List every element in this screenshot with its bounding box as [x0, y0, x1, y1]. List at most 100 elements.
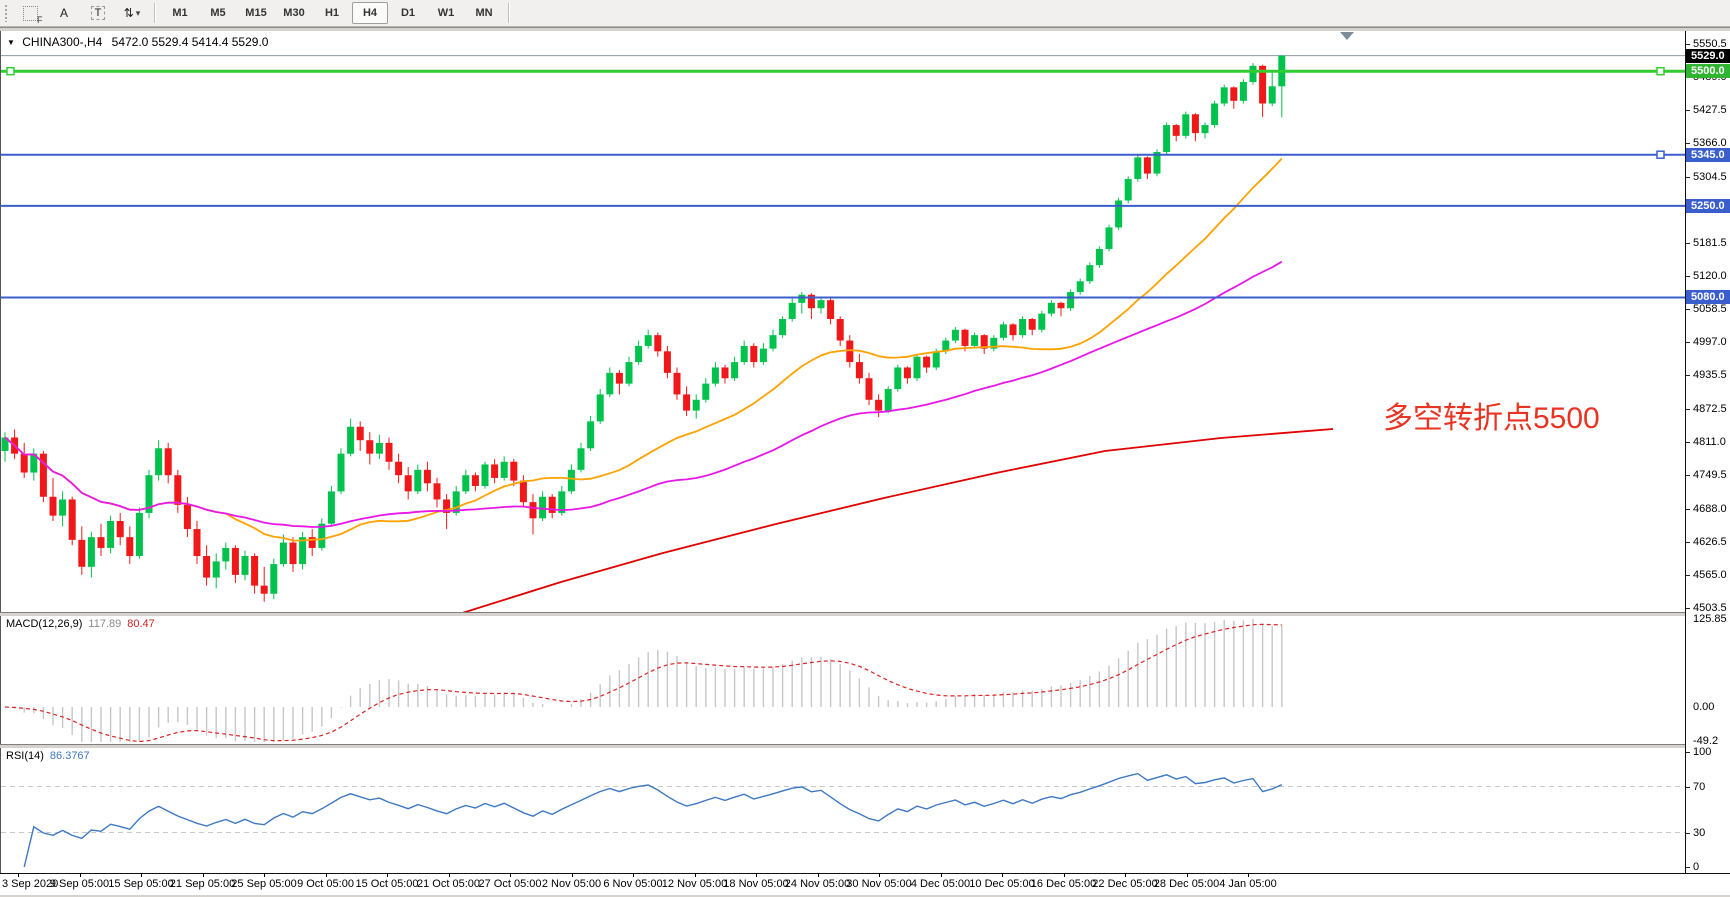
price-tick-label: 4935.5	[1693, 369, 1727, 381]
candlestick-chart[interactable]	[1, 31, 1685, 612]
price-axis[interactable]: 5550.55489.05427.55366.05304.55243.05181…	[1685, 31, 1730, 873]
objects-tool-button[interactable]: ⇅ ▾	[116, 2, 148, 24]
rsi-indicator-pane[interactable]: RSI(14)86.3767	[0, 748, 1686, 873]
price-badge-5080.0: 5080.0	[1686, 290, 1730, 304]
date-tick-label: 18 Nov 05:00	[723, 878, 788, 890]
date-tick-label: 16 Dec 05:00	[1031, 878, 1096, 890]
dotted-box-icon: F	[23, 6, 38, 21]
chart-title-marker-icon: ▼	[7, 38, 15, 47]
price-tick-label: 5304.5	[1693, 171, 1727, 183]
text-tool-button[interactable]: T	[82, 2, 114, 24]
line-handle[interactable]	[1657, 151, 1664, 158]
rsi-tick-mark	[1686, 833, 1690, 834]
price-tick-mark	[1686, 509, 1690, 510]
price-tick-label: 5427.5	[1693, 104, 1727, 116]
date-tick-mark	[1187, 874, 1188, 877]
chart-shift-marker-icon[interactable]	[1340, 32, 1354, 40]
date-tick-mark	[1125, 874, 1126, 877]
rsi-value: 86.3767	[50, 750, 90, 762]
price-tick-label: 5181.5	[1693, 237, 1727, 249]
timeframe-button-m1[interactable]: M1	[162, 2, 198, 24]
line-handle[interactable]	[1657, 68, 1664, 75]
timeframe-button-m15[interactable]: M15	[238, 2, 274, 24]
date-tick-mark	[879, 874, 880, 877]
toolbar-separator	[508, 3, 510, 23]
timeframe-button-m5[interactable]: M5	[200, 2, 236, 24]
ma-fast-line	[5, 159, 1282, 541]
dropdown-caret-icon: ▾	[136, 8, 141, 19]
price-tick-mark	[1686, 575, 1690, 576]
ma-slow-line	[459, 429, 1333, 612]
rsi-line	[24, 774, 1282, 867]
toolbar-grip[interactable]	[4, 4, 9, 22]
macd-chart	[1, 616, 1685, 744]
date-tick-label: 12 Nov 05:00	[662, 878, 727, 890]
date-tick-label: 25 Sep 05:00	[231, 878, 296, 890]
price-tick-mark	[1686, 276, 1690, 277]
price-tick-label: 4811.0	[1693, 436, 1726, 448]
rsi-chart	[1, 748, 1685, 873]
text-tool-icon: T	[91, 6, 106, 20]
price-tick-label: 5058.5	[1693, 303, 1727, 315]
price-tick-mark	[1686, 44, 1690, 45]
date-tick-mark	[18, 874, 19, 877]
date-tick-mark	[80, 874, 81, 877]
price-tick-mark	[1686, 243, 1690, 244]
price-tick-mark	[1686, 542, 1690, 543]
macd-axis-label: 0.00	[1693, 701, 1714, 713]
rsi-tick-mark	[1686, 787, 1690, 788]
date-tick-mark	[818, 874, 819, 877]
f-tool-button[interactable]: F	[14, 2, 46, 24]
date-axis[interactable]: 3 Sep 20209 Sep 05:0015 Sep 05:0021 Sep …	[0, 873, 1730, 895]
date-tick-label: 9 Sep 05:00	[50, 878, 109, 890]
date-tick-mark	[203, 874, 204, 877]
rsi-axis-label: 0	[1693, 861, 1699, 873]
date-tick-mark	[141, 874, 142, 877]
date-tick-label: 4 Jan 05:00	[1219, 878, 1277, 890]
price-tick-label: 5120.0	[1693, 270, 1727, 282]
price-tick-label: 4997.0	[1693, 336, 1727, 348]
macd-indicator-pane[interactable]: MACD(12,26,9)117.8980.47	[0, 616, 1686, 744]
text-annotation[interactable]: 多空转折点5500	[1383, 393, 1600, 437]
price-tick-mark	[1686, 110, 1690, 111]
timeframe-button-m30[interactable]: M30	[276, 2, 312, 24]
price-tick-label: 4872.5	[1693, 403, 1727, 415]
timeframe-button-d1[interactable]: D1	[390, 2, 426, 24]
rsi-axis-label: 30	[1693, 827, 1705, 839]
a-tool-button[interactable]: A	[48, 2, 80, 24]
macd-axis-label: 125.85	[1693, 613, 1727, 625]
price-badge-5500.0: 5500.0	[1686, 64, 1730, 78]
date-tick-label: 9 Oct 05:00	[297, 878, 354, 890]
timeframe-button-mn[interactable]: MN	[466, 2, 502, 24]
price-tick-label: 4565.0	[1693, 569, 1727, 581]
toolbar: F A T ⇅ ▾ M1M5M15M30H1H4D1W1MN	[0, 0, 1730, 27]
line-handle[interactable]	[7, 68, 14, 75]
date-tick-label: 21 Oct 05:00	[417, 878, 480, 890]
date-tick-label: 15 Oct 05:00	[356, 878, 419, 890]
candlestick-series	[2, 55, 1286, 601]
swap-arrows-icon: ⇅	[124, 6, 134, 20]
date-tick-mark	[1064, 874, 1065, 877]
price-tick-mark	[1686, 409, 1690, 410]
date-tick-mark	[510, 874, 511, 877]
timeframe-button-h4[interactable]: H4	[352, 2, 388, 24]
price-chart-pane[interactable]: ▼ CHINA300-,H4 5472.0 5529.4 5414.4 5529…	[0, 31, 1686, 612]
price-tick-mark	[1686, 375, 1690, 376]
macd-label: MACD(12,26,9)117.8980.47	[6, 618, 155, 630]
price-tick-label: 4749.5	[1693, 469, 1727, 481]
macd-histogram	[5, 619, 1282, 742]
date-tick-label: 4 Dec 05:00	[911, 878, 970, 890]
rsi-label: RSI(14)86.3767	[6, 750, 90, 762]
price-tick-mark	[1686, 475, 1690, 476]
date-tick-mark	[1002, 874, 1003, 877]
timeframe-bar: M1M5M15M30H1H4D1W1MN	[161, 2, 503, 24]
rsi-tick-mark	[1686, 867, 1690, 868]
date-tick-mark	[449, 874, 450, 877]
price-badge-5345.0: 5345.0	[1686, 148, 1730, 162]
timeframe-button-w1[interactable]: W1	[428, 2, 464, 24]
date-tick-label: 10 Dec 05:00	[969, 878, 1034, 890]
date-tick-mark	[756, 874, 757, 877]
price-badge-5250.0: 5250.0	[1686, 199, 1730, 213]
timeframe-button-h1[interactable]: H1	[314, 2, 350, 24]
ma-mid-line	[5, 262, 1282, 527]
